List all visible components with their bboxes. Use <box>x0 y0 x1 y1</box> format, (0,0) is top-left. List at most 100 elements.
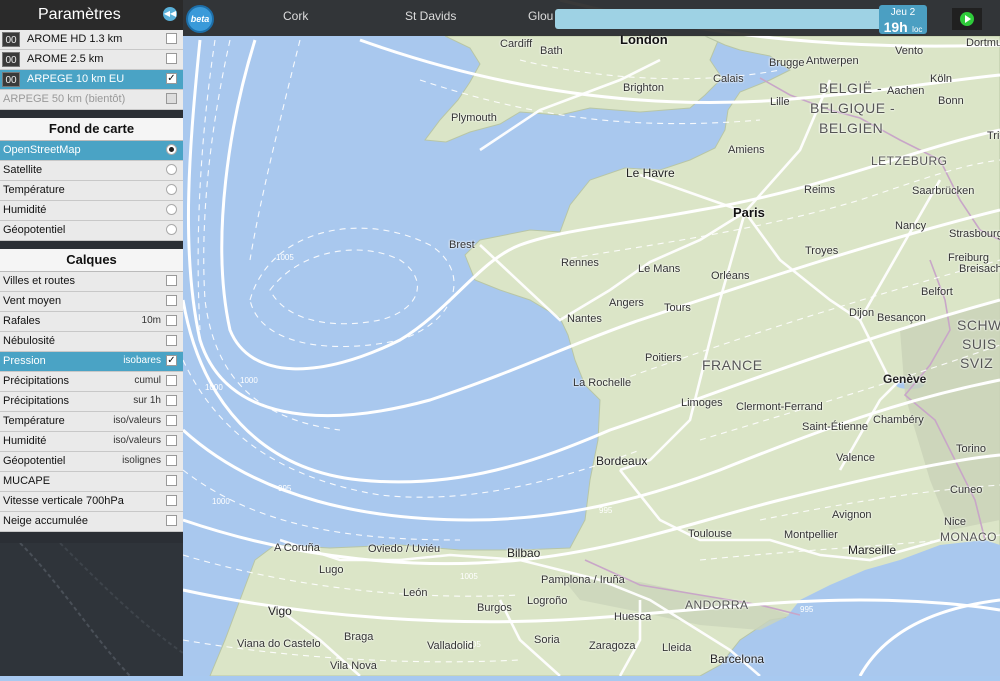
panel-map-preview <box>19 542 184 677</box>
city-label: Angers <box>609 297 644 309</box>
basemap-radio[interactable] <box>166 144 177 155</box>
basemap-option[interactable]: Humidité <box>0 201 183 221</box>
layer-variant[interactable]: sur 1h <box>133 395 161 406</box>
layer-label: Vent moyen <box>3 295 62 307</box>
layer-label: Géopotentiel <box>3 455 66 467</box>
layer-option[interactable]: Rafales 10m <box>0 312 183 332</box>
layer-variant[interactable]: cumul <box>134 375 161 386</box>
run-badge[interactable]: 00 <box>2 32 20 47</box>
basemap-option[interactable]: Satellite <box>0 161 183 181</box>
layer-option[interactable]: Géopotentiel isolignes <box>0 452 183 472</box>
layer-option[interactable]: Vitesse verticale 700hPa <box>0 492 183 512</box>
run-badge[interactable]: 00 <box>2 72 20 87</box>
layer-variant[interactable]: iso/valeurs <box>113 415 161 426</box>
layer-option[interactable]: Précipitations cumul <box>0 372 183 392</box>
layer-label: Température <box>3 415 65 427</box>
layer-option[interactable]: Nébulosité <box>0 332 183 352</box>
time-badge[interactable]: Jeu 2 19h loc <box>879 5 927 35</box>
basemap-radio[interactable] <box>166 184 177 195</box>
double-chevron-left-icon[interactable]: ◀◀ <box>163 7 177 21</box>
time-suffix: loc <box>912 25 923 34</box>
basemap-radio[interactable] <box>166 224 177 235</box>
basemap-option[interactable]: Température <box>0 181 183 201</box>
model-option[interactable]: 00 AROME HD 1.3 km <box>0 30 183 50</box>
city-label: Trier <box>987 130 1000 142</box>
layer-variant[interactable]: iso/valeurs <box>113 435 161 446</box>
city-label: Brighton <box>623 82 664 94</box>
basemap-option[interactable]: Géopotentiel <box>0 221 183 241</box>
time-day: Jeu 2 <box>890 7 916 18</box>
layer-label: MUCAPE <box>3 475 51 487</box>
layer-checkbox[interactable] <box>166 455 177 466</box>
city-label: Orléans <box>711 270 750 282</box>
country-label: BELGIQUE - <box>810 100 896 116</box>
model-checkbox[interactable]: ✓ <box>166 73 177 84</box>
isobar-value-label: 1000 <box>212 497 230 506</box>
isobar-value-label: 995 <box>800 605 814 614</box>
country-label: SVIZ <box>960 355 994 371</box>
layer-checkbox[interactable] <box>166 335 177 346</box>
layer-checkbox[interactable] <box>166 395 177 406</box>
city-label: Vento <box>895 45 924 57</box>
layer-checkbox[interactable] <box>166 315 177 326</box>
model-checkbox[interactable] <box>166 33 177 44</box>
layer-checkbox[interactable] <box>166 375 177 386</box>
run-badge[interactable]: 00 <box>2 52 20 67</box>
layer-option[interactable]: Humidité iso/valeurs <box>0 432 183 452</box>
layer-option[interactable]: Température iso/valeurs <box>0 412 183 432</box>
layer-checkbox[interactable] <box>166 495 177 506</box>
layer-option[interactable]: Pression isobares ✓ <box>0 352 183 372</box>
basemap-label: Géopotentiel <box>3 224 66 236</box>
app-logo[interactable]: beta <box>186 5 214 33</box>
play-icon <box>960 12 974 26</box>
city-label: Saarbrücken <box>912 185 975 197</box>
city-label: Belfort <box>921 286 953 298</box>
model-option[interactable]: 00 AROME 2.5 km <box>0 50 183 70</box>
city-label: Dijon <box>849 307 875 319</box>
panel-spacer <box>0 110 183 118</box>
timeline-slider[interactable] <box>555 9 927 29</box>
layer-option[interactable]: Neige accumulée <box>0 512 183 532</box>
city-label: Saint-Étienne <box>802 421 869 433</box>
layer-option[interactable]: Précipitations sur 1h <box>0 392 183 412</box>
layer-checkbox[interactable] <box>166 435 177 446</box>
layer-label: Précipitations <box>3 395 70 407</box>
layer-checkbox[interactable] <box>166 415 177 426</box>
layer-variant[interactable]: 10m <box>142 315 161 326</box>
city-label: Troyes <box>805 245 839 257</box>
city-label: Le Mans <box>638 263 681 275</box>
layer-checkbox[interactable] <box>166 475 177 486</box>
layer-variant[interactable]: isobares <box>123 355 161 366</box>
play-button[interactable] <box>952 8 982 30</box>
model-checkbox[interactable] <box>166 53 177 64</box>
basemap-label: Température <box>3 184 65 196</box>
basemap-section-title: Fond de carte <box>0 118 183 141</box>
layer-option[interactable]: Villes et routes <box>0 272 183 292</box>
layer-checkbox[interactable] <box>166 295 177 306</box>
model-label: ARPEGE 50 km (bientôt) <box>3 93 126 105</box>
city-label: Nantes <box>567 313 602 325</box>
city-label: Plymouth <box>451 112 497 124</box>
city-label: Chambéry <box>873 414 924 426</box>
model-option[interactable]: 00 ARPEGE 10 km EU ✓ <box>0 70 183 90</box>
logo-text: beta <box>190 14 210 24</box>
layer-option[interactable]: Vent moyen <box>0 292 183 312</box>
layer-option[interactable]: MUCAPE <box>0 472 183 492</box>
layer-label: Nébulosité <box>3 335 55 347</box>
city-label: Huesca <box>614 611 652 623</box>
city-label: Nice <box>944 516 967 528</box>
city-label: Viana do Castelo <box>237 638 321 650</box>
basemap-label: Humidité <box>3 204 47 216</box>
city-label: Dortmund <box>966 37 1000 49</box>
city-label: Reims <box>804 184 836 196</box>
layer-checkbox[interactable]: ✓ <box>166 355 177 366</box>
layer-label: Humidité <box>3 435 47 447</box>
basemap-radio[interactable] <box>166 204 177 215</box>
time-hour: 19h <box>883 19 908 35</box>
basemap-option[interactable]: OpenStreetMap <box>0 141 183 161</box>
layer-checkbox[interactable] <box>166 275 177 286</box>
layer-variant[interactable]: isolignes <box>122 455 161 466</box>
basemap-radio[interactable] <box>166 164 177 175</box>
layer-checkbox[interactable] <box>166 515 177 526</box>
city-label: Lleida <box>662 642 692 654</box>
